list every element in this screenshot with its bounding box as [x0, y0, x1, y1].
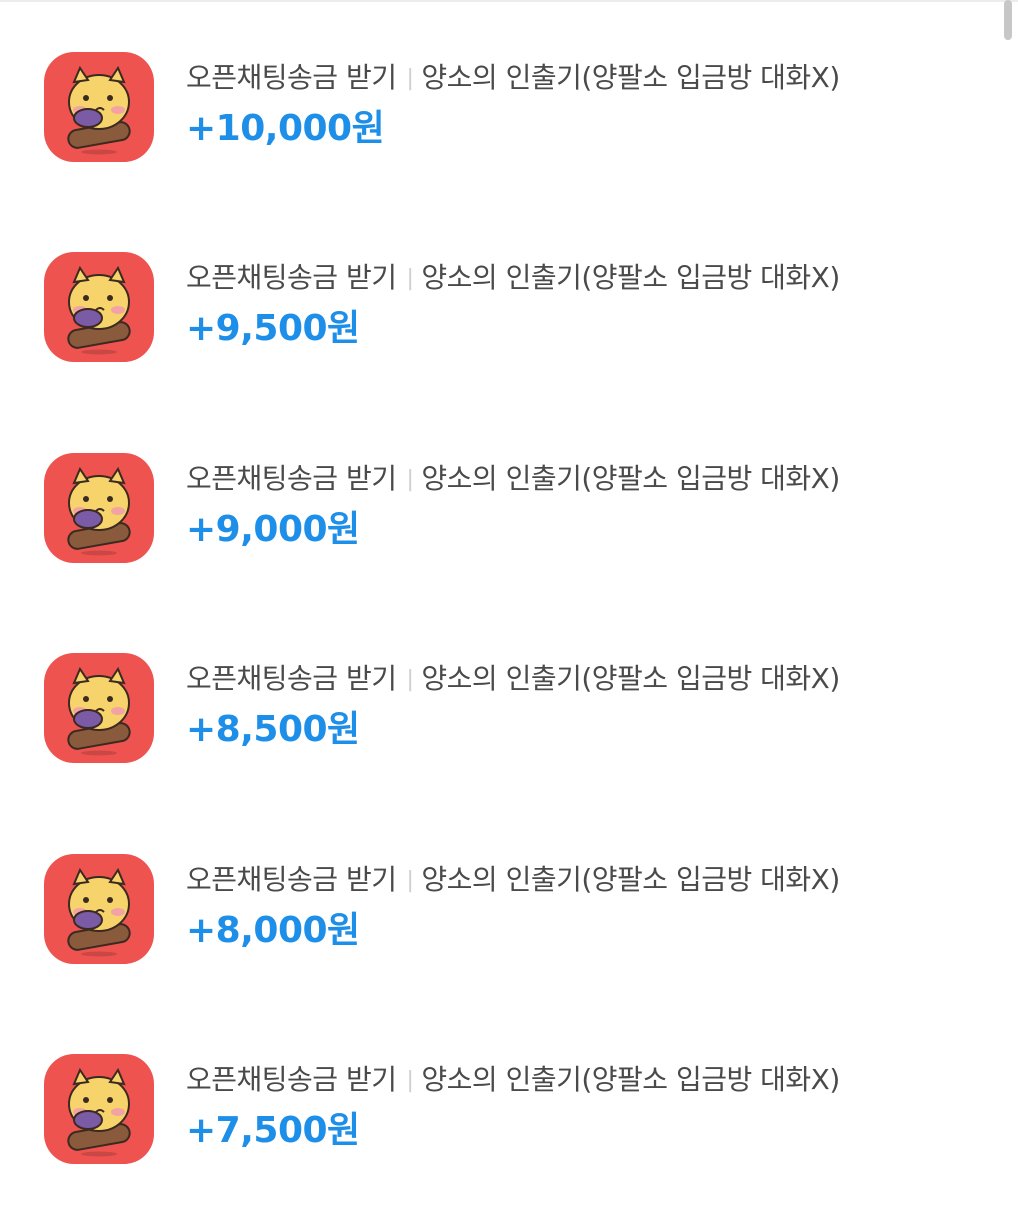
- character-sticker-icon: [44, 52, 154, 162]
- transaction-category: 오픈채팅송금 받기: [186, 261, 397, 294]
- transaction-category: 오픈채팅송금 받기: [186, 462, 397, 495]
- transaction-category: 오픈채팅송금 받기: [186, 863, 397, 896]
- character-sticker-icon: [44, 252, 154, 362]
- title-separator: |: [406, 467, 414, 492]
- transaction-title: 오픈채팅송금 받기 | 양소의 인출기(양팔소 입금방 대화X): [186, 461, 840, 500]
- transaction-row[interactable]: 오픈채팅송금 받기 | 양소의 인출기(양팔소 입금방 대화X) +7,500원: [0, 1054, 1018, 1214]
- transaction-title: 오픈채팅송금 받기 | 양소의 인출기(양팔소 입금방 대화X): [186, 661, 840, 700]
- transaction-category: 오픈채팅송금 받기: [186, 1063, 397, 1096]
- transaction-category: 오픈채팅송금 받기: [186, 662, 397, 695]
- transaction-title: 오픈채팅송금 받기 | 양소의 인출기(양팔소 입금방 대화X): [186, 260, 840, 299]
- character-sticker-icon: [44, 653, 154, 763]
- title-separator: |: [406, 1068, 414, 1093]
- transaction-room: 양소의 인출기(양팔소 입금방 대화X): [421, 662, 840, 695]
- title-separator: |: [406, 868, 414, 893]
- character-sticker-icon: [44, 854, 154, 964]
- transaction-row[interactable]: 오픈채팅송금 받기 | 양소의 인출기(양팔소 입금방 대화X) +10,000원: [0, 52, 1018, 212]
- transaction-title: 오픈채팅송금 받기 | 양소의 인출기(양팔소 입금방 대화X): [186, 862, 840, 901]
- character-sticker-icon: [44, 1054, 154, 1164]
- transaction-category: 오픈채팅송금 받기: [186, 61, 397, 94]
- transaction-room: 양소의 인출기(양팔소 입금방 대화X): [421, 462, 840, 495]
- transaction-amount: +10,000원: [186, 108, 385, 149]
- transaction-row[interactable]: 오픈채팅송금 받기 | 양소의 인출기(양팔소 입금방 대화X) +8,500원: [0, 653, 1018, 813]
- character-sticker-icon: [44, 453, 154, 563]
- transaction-amount: +9,000원: [186, 509, 360, 550]
- scrollbar[interactable]: [1004, 0, 1012, 40]
- transaction-amount: +9,500원: [186, 308, 360, 349]
- title-separator: |: [406, 667, 414, 692]
- transaction-room: 양소의 인출기(양팔소 입금방 대화X): [421, 61, 840, 94]
- transaction-room: 양소의 인출기(양팔소 입금방 대화X): [421, 261, 840, 294]
- transaction-room: 양소의 인출기(양팔소 입금방 대화X): [421, 1063, 840, 1096]
- transaction-row[interactable]: 오픈채팅송금 받기 | 양소의 인출기(양팔소 입금방 대화X) +8,000원: [0, 854, 1018, 1014]
- transaction-amount: +7,500원: [186, 1110, 360, 1151]
- transaction-amount: +8,000원: [186, 910, 360, 951]
- transaction-title: 오픈채팅송금 받기 | 양소의 인출기(양팔소 입금방 대화X): [186, 60, 840, 99]
- top-divider: [0, 0, 1018, 2]
- transaction-row[interactable]: 오픈채팅송금 받기 | 양소의 인출기(양팔소 입금방 대화X) +9,500원: [0, 252, 1018, 412]
- title-separator: |: [406, 66, 414, 91]
- title-separator: |: [406, 266, 414, 291]
- transaction-row[interactable]: 오픈채팅송금 받기 | 양소의 인출기(양팔소 입금방 대화X) +9,000원: [0, 453, 1018, 613]
- transaction-room: 양소의 인출기(양팔소 입금방 대화X): [421, 863, 840, 896]
- transaction-amount: +8,500원: [186, 709, 360, 750]
- transaction-title: 오픈채팅송금 받기 | 양소의 인출기(양팔소 입금방 대화X): [186, 1062, 840, 1101]
